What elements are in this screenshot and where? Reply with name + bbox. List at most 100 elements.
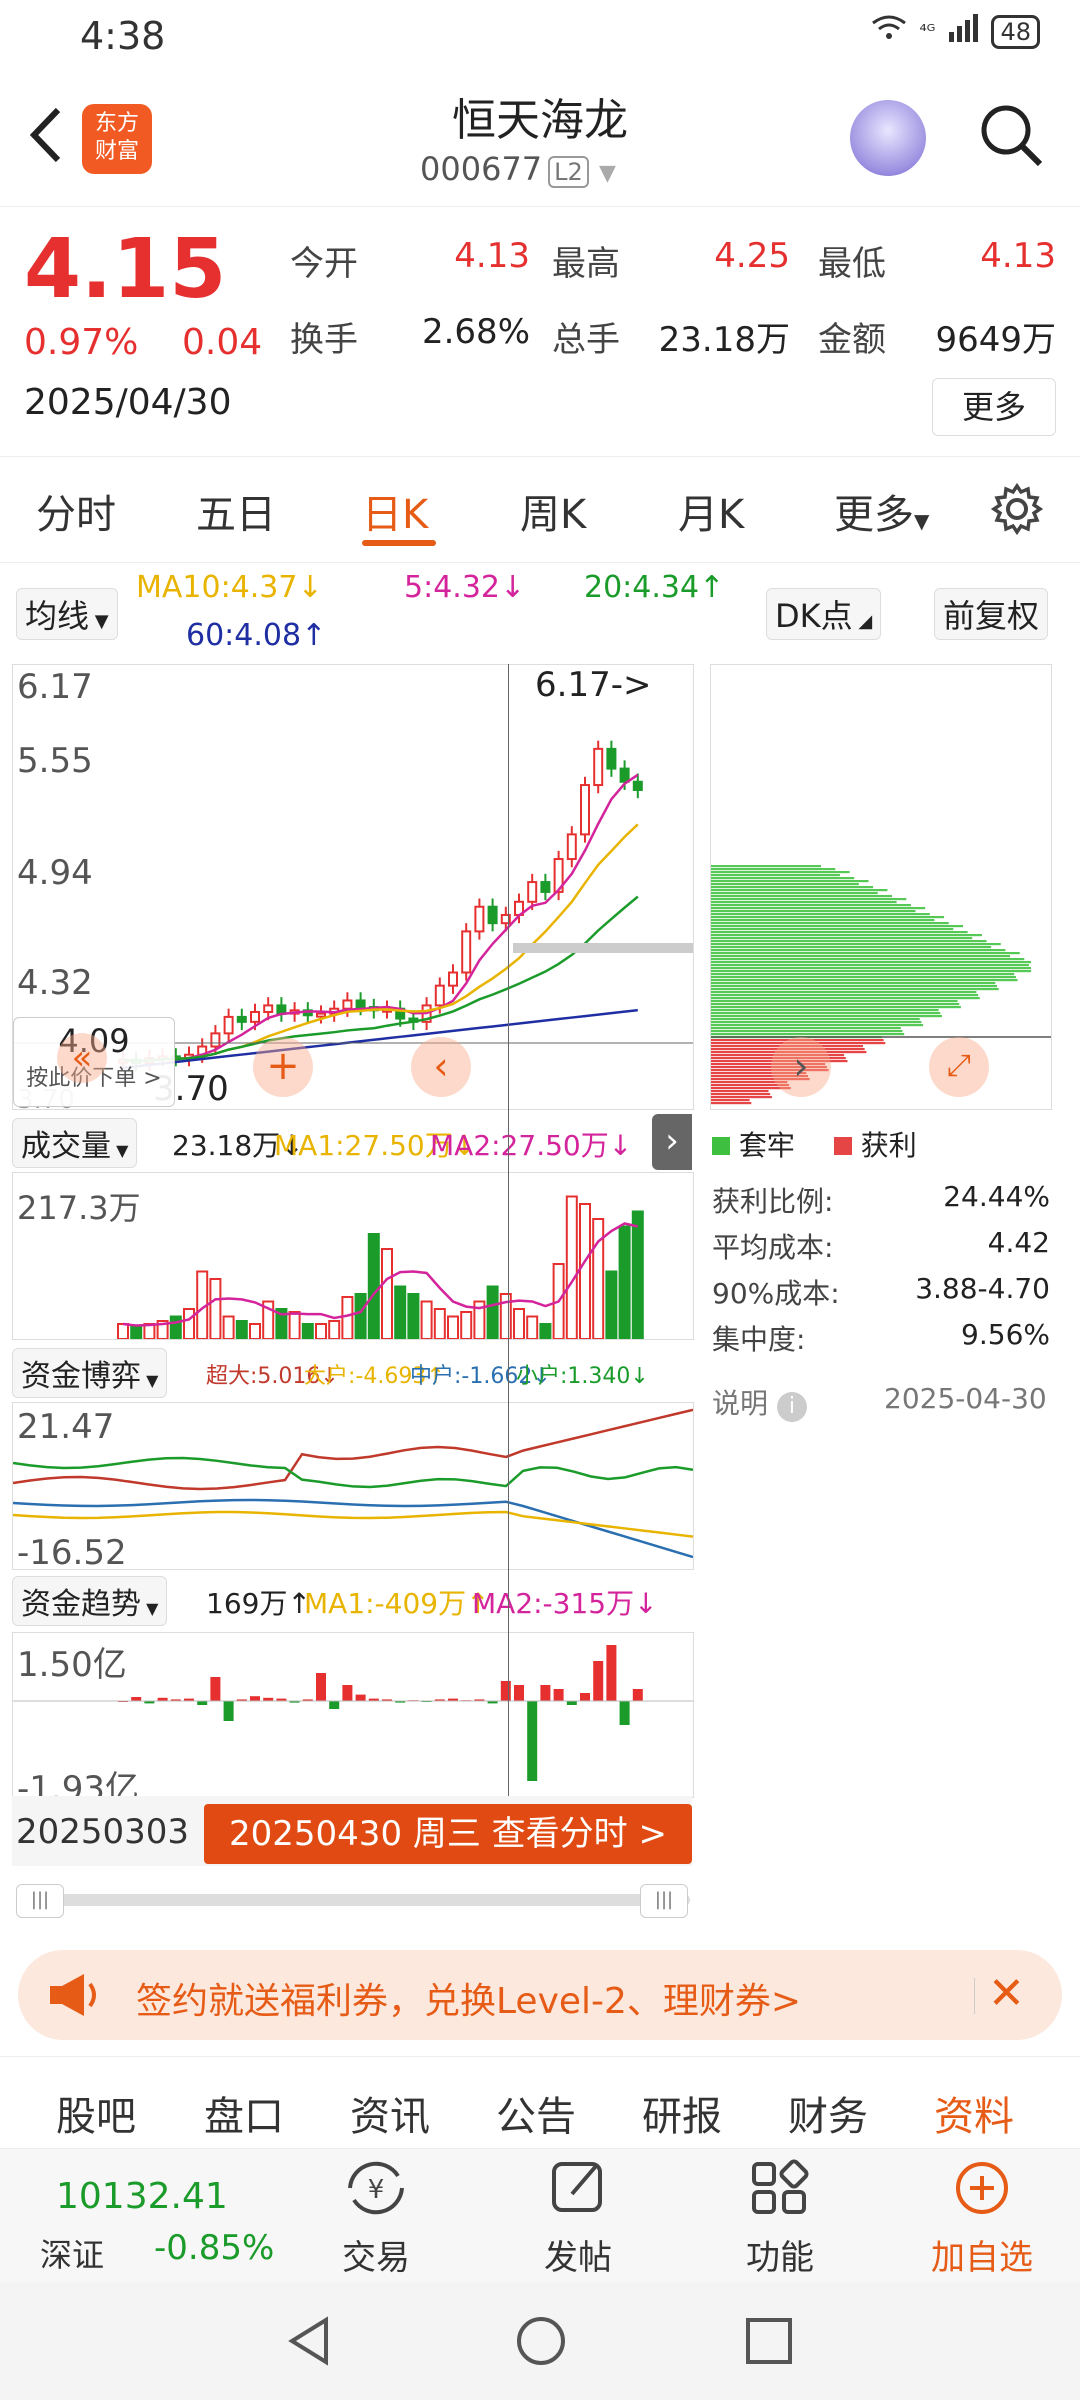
tab-order-book[interactable]: 盘口	[204, 2084, 284, 2142]
scroll-handle-left[interactable]: |||	[16, 1884, 64, 1918]
chip-bar	[711, 1099, 750, 1102]
tab-five-day[interactable]: 五日	[196, 482, 276, 540]
chip-bar	[711, 1093, 771, 1096]
capital-trend-chart[interactable]: 1.50亿 -1.93亿	[12, 1632, 694, 1809]
compose-label[interactable]: 发帖	[518, 2230, 638, 2279]
tab-intraday[interactable]: 分时	[36, 482, 116, 540]
nav-recents-icon[interactable]	[742, 2314, 796, 2372]
logo-line-1: 东方	[94, 111, 139, 136]
chip-bar	[711, 1090, 769, 1093]
svg-text:¥: ¥	[368, 2175, 385, 2205]
expand-panel-button[interactable]: ›	[652, 1114, 692, 1170]
kline-chart[interactable]: 6.17 5.55 4.94 4.32 6.17-> 3.70 3.70 4.0…	[12, 664, 694, 1115]
tab-daily-k[interactable]: 日K	[362, 482, 428, 540]
caret-icon: ◢	[852, 611, 873, 632]
dk-point-button[interactable]: DK点 ◢	[766, 588, 882, 640]
legend-profit-label: 获利	[860, 1129, 917, 1162]
settings-button[interactable]	[990, 482, 1044, 536]
volume-chart[interactable]: 217.3万	[12, 1172, 694, 1340]
adjust-selector[interactable]: 前复权	[934, 588, 1049, 640]
candle	[487, 905, 498, 925]
search-button[interactable]	[976, 100, 1046, 170]
tab-forum[interactable]: 股吧	[56, 2084, 136, 2142]
volume-bar	[117, 1323, 129, 1339]
compose-icon[interactable]	[538, 2158, 618, 2218]
ma60-label: 60:4.08↑	[186, 618, 327, 653]
ma-line	[122, 1008, 638, 1070]
chip-stat-label: 集中度:	[712, 1323, 806, 1356]
stock-code-row[interactable]: 000677 L2 ▼	[420, 150, 616, 188]
capital-game-y-top: 21.47	[17, 1407, 115, 1447]
back-button[interactable]	[22, 100, 72, 170]
tab-weekly-k[interactable]: 周K	[520, 482, 586, 540]
tab-monthly-k[interactable]: 月K	[678, 482, 744, 540]
trade-label[interactable]: 交易	[316, 2230, 436, 2279]
chart-scrollbar[interactable]	[16, 1894, 690, 1906]
chip-bar	[711, 910, 916, 913]
tab-announcements[interactable]: 公告	[496, 2084, 576, 2142]
capital-line	[13, 1456, 693, 1489]
scroll-left-icon[interactable]: ‹	[411, 1037, 471, 1097]
view-intraday-button[interactable]: 20250430 周三 查看分时 >	[204, 1804, 692, 1864]
capital-game-chart[interactable]: 21.47 -16.52	[12, 1402, 694, 1573]
chip-bar	[711, 925, 963, 928]
trade-icon[interactable]: ¥	[336, 2158, 416, 2218]
chip-note[interactable]: 说明 i	[712, 1382, 807, 1422]
more-quote-button[interactable]: 更多	[932, 378, 1056, 436]
chip-bar	[711, 931, 968, 934]
status-time: 4:38	[80, 14, 166, 58]
change-amount: 0.04	[182, 322, 263, 363]
tab-research[interactable]: 研报	[642, 2084, 722, 2142]
chip-bar	[711, 895, 892, 898]
tab-news[interactable]: 资讯	[350, 2084, 430, 2142]
chip-canvas	[711, 865, 1051, 1105]
double-left-icon[interactable]: «	[57, 1033, 107, 1083]
capital-trend-value: 169万↑	[206, 1587, 311, 1620]
chip-bar	[711, 865, 821, 868]
volume-selector[interactable]: 成交量 ▼	[12, 1118, 138, 1168]
dk-point-label: DK点	[775, 597, 853, 635]
scroll-right-icon[interactable]: ›	[771, 1037, 831, 1097]
nav-home-icon[interactable]	[514, 2314, 568, 2372]
grid-icon[interactable]	[740, 2158, 820, 2218]
nav-back-icon[interactable]	[282, 2314, 336, 2372]
chip-note-label: 说明	[712, 1387, 769, 1420]
chip-bar	[711, 907, 926, 910]
capital-game-selector[interactable]: 资金博弈 ▼	[12, 1348, 168, 1398]
functions-label[interactable]: 功能	[720, 2230, 840, 2279]
low-label: 最低	[818, 244, 886, 284]
active-tab-indicator	[362, 540, 436, 546]
promo-banner[interactable]: 签约就送福利券，兑换Level-2、理财券> ✕	[18, 1950, 1062, 2040]
volume-bar	[394, 1285, 407, 1339]
candle	[619, 767, 630, 783]
trend-bar	[329, 1701, 340, 1709]
app-logo[interactable]: 东方 财富	[82, 104, 152, 174]
capital-trend-selector[interactable]: 资金趋势 ▼	[12, 1576, 168, 1626]
close-icon[interactable]: ✕	[988, 1968, 1025, 2019]
timeline-start: 20250303	[16, 1812, 190, 1852]
chip-bar	[711, 1003, 960, 1006]
chip-bar	[711, 1018, 920, 1021]
capital-game-label: 资金博弈	[21, 1359, 141, 1394]
volume-bar	[249, 1323, 261, 1339]
scroll-handle-right[interactable]: |||	[640, 1884, 688, 1918]
expand-icon[interactable]: ⤢	[929, 1037, 989, 1097]
stock-code: 000677	[420, 150, 543, 188]
volume-bar	[407, 1293, 420, 1339]
chip-bar	[711, 961, 1031, 964]
low-value: 4.13	[980, 236, 1056, 276]
add-watchlist-label[interactable]: 加自选	[912, 2230, 1052, 2279]
volume-bar	[301, 1323, 314, 1339]
assistant-avatar[interactable]	[850, 100, 926, 176]
tab-finance[interactable]: 财务	[788, 2084, 868, 2142]
chip-bar	[711, 976, 1016, 979]
add-watchlist-icon[interactable]	[942, 2158, 1022, 2218]
tab-profile[interactable]: 资料	[934, 2084, 1014, 2142]
indicator-selector[interactable]: 均线 ▼	[16, 588, 118, 640]
y-label-4: 4.32	[17, 963, 93, 1003]
zoom-in-icon[interactable]: +	[253, 1037, 313, 1097]
volume-bar	[433, 1308, 446, 1339]
ma-line	[122, 895, 639, 1063]
tab-more[interactable]: 更多▼	[834, 482, 929, 540]
trend-bar	[210, 1677, 221, 1701]
